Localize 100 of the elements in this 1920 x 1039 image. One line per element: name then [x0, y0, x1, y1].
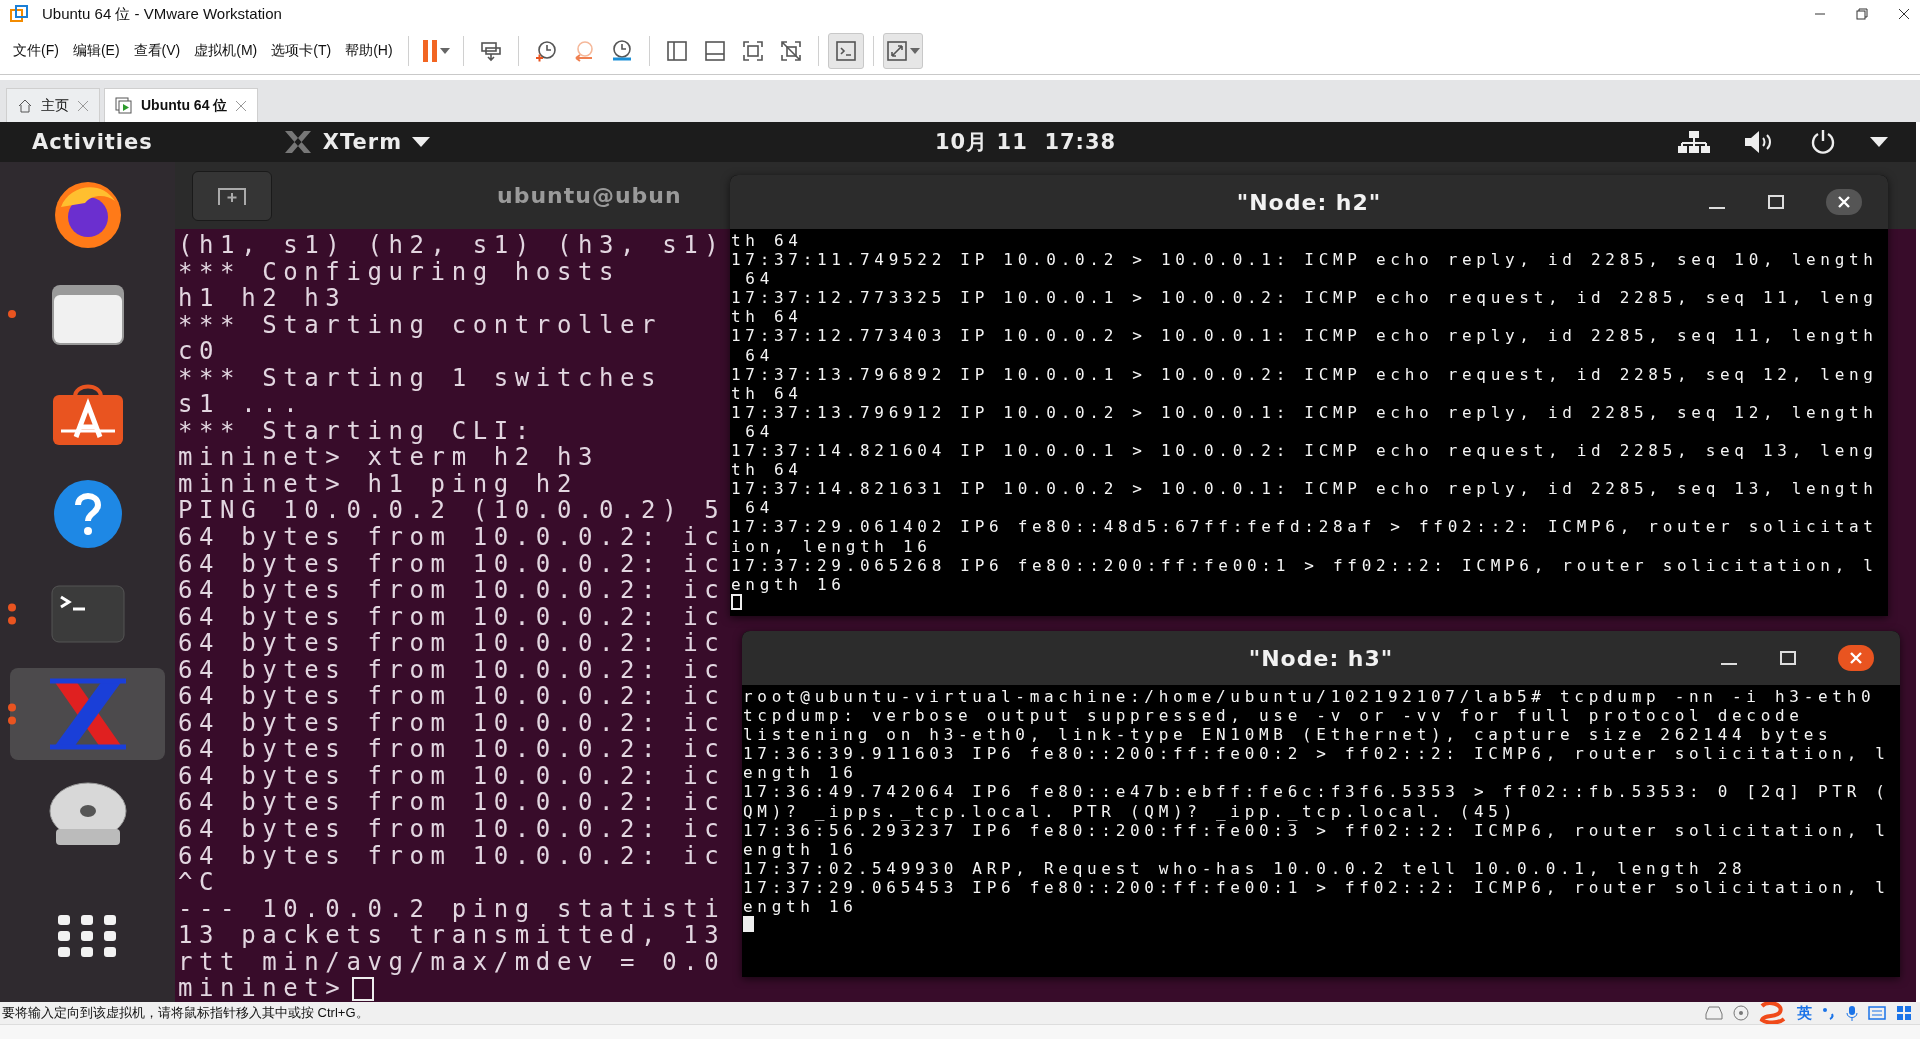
- tab[interactable]: Ubuntu 64 位: [104, 88, 259, 122]
- menu-item[interactable]: 文件(F): [6, 42, 66, 60]
- terminal-line: 64 bytes from 10.0.0.2: ic: [178, 683, 726, 710]
- app-menu[interactable]: XTerm: [322, 130, 403, 154]
- keyboard-icon[interactable]: [1868, 1006, 1886, 1020]
- terminal-line: QM)? _ipps._tcp.local. PTR (QM)? _ipp._tcp.local. (45): [743, 801, 1517, 821]
- terminal-line: (h1, s1) (h2, s1) (h3, s1): [178, 232, 726, 259]
- terminal-line: 64 bytes from 10.0.0.2: ic: [178, 630, 726, 657]
- input-mode-toggle[interactable]: 英: [1797, 1003, 1812, 1023]
- terminal-line: 17:36:56.293237 IP6 fe80::200:ff:fe00:3 > ff02::2: ICMP6, router solicitation, l: [743, 820, 1890, 840]
- caret-icon[interactable]: [412, 137, 431, 147]
- terminal-line: 64 bytes from 10.0.0.2: ic: [178, 524, 726, 551]
- terminal-line: ion, length 16: [731, 536, 932, 556]
- terminal-line: *** Configuring hosts: [178, 258, 621, 286]
- disc-icon[interactable]: [1733, 1005, 1749, 1021]
- terminal-line: 17:36:39.911603 IP6 fe80::200:ff:fe00:2 > ff02::2: ICMP6, router solicitation, l: [743, 744, 1890, 764]
- terminal-line: h1 h2 h3: [178, 285, 347, 312]
- minimize-icon: [1720, 663, 1738, 665]
- menu-item[interactable]: 选项卡(T): [264, 42, 339, 60]
- minimize-icon: [1708, 207, 1726, 209]
- terminal-line: mininet> xterm h2 h3: [178, 444, 599, 471]
- terminal-line: 64: [744, 345, 774, 365]
- terminal-line: th 64: [731, 231, 803, 251]
- microphone-icon[interactable]: [1846, 1005, 1858, 1021]
- tab[interactable]: 主页: [6, 88, 100, 122]
- terminal-line: th 64: [731, 307, 803, 327]
- new-tab-icon: [217, 185, 247, 206]
- toolbar-button[interactable]: [827, 33, 864, 69]
- terminal-line: mininet>: [178, 975, 347, 1002]
- terminal-line: PING 10.0.0.2 (10.0.0.2) 5: [178, 497, 726, 524]
- new-tab-button[interactable]: [192, 170, 272, 221]
- menu-item[interactable]: 虚拟机(M): [187, 42, 265, 60]
- network-icon[interactable]: [1678, 131, 1710, 153]
- terminal-line: 64 bytes from 10.0.0.2: ic: [178, 656, 726, 684]
- bottom-panel-icon: [703, 40, 726, 62]
- terminal-line: ength 16: [743, 763, 858, 783]
- terminal-line: 17:36:49.742064 IP6 fe80::e47b:ebff:fe6c:f3f6.5353 > ff02::fb.5353: 0 [2q] PTR (: [743, 782, 1890, 802]
- toolbar-button[interactable]: [882, 33, 923, 69]
- terminal-line: 64 bytes from 10.0.0.2: ic: [178, 736, 726, 763]
- window-title: Ubuntu 64 位 - VMware Workstation: [42, 4, 282, 24]
- close-button[interactable]: [1826, 189, 1862, 215]
- x-logo-icon: [282, 130, 313, 154]
- terminal-line: 64 bytes from 10.0.0.2: ic: [178, 762, 726, 790]
- fullscreen-icon: [885, 40, 908, 62]
- terminal-line: *** Starting controller: [178, 311, 663, 339]
- fit-screen-icon: [741, 40, 764, 62]
- maximize-icon: [1780, 651, 1796, 665]
- terminal-title: ubuntu@ubun: [497, 183, 682, 208]
- maximize-button[interactable]: [1780, 651, 1796, 665]
- caret-icon: [439, 48, 450, 54]
- terminal-line: 64: [744, 269, 774, 289]
- terminal-line: tcpdump: verbose output suppressed, use -v or -vv for full protocol decode: [743, 706, 1804, 726]
- terminal-line: 13 packets transmitted, 13: [178, 922, 726, 949]
- terminal-line: 17:37:14.821604 IP 10.0.0.1 > 10.0.0.2: ICMP echo request, id 2285, seq 13, leng: [731, 441, 1878, 461]
- menu-item[interactable]: 编辑(E): [65, 42, 127, 60]
- home-icon: [17, 97, 33, 114]
- app-logo-icon: [10, 5, 28, 23]
- pause-icon: [421, 39, 438, 63]
- maximize-icon: [1768, 195, 1784, 209]
- terminal-line: 64 bytes from 10.0.0.2: ic: [178, 789, 726, 817]
- clock[interactable]: 10月 11 17:38: [935, 128, 1117, 156]
- restore-icon[interactable]: [1856, 8, 1868, 20]
- window-title: "Node: h2": [1236, 189, 1382, 215]
- terminal-line: 64 bytes from 10.0.0.2: ic: [178, 577, 726, 604]
- terminal-line: 17:37:13.796912 IP 10.0.0.2 > 10.0.0.1: ICMP echo reply, id 2285, seq 12, length: [731, 402, 1878, 422]
- terminal-line: 17:37:02.549930 ARP, Request who-has 10.0.0.2 tell 10.0.0.1, length 28: [743, 858, 1747, 878]
- menu-item[interactable]: 帮助(H): [338, 42, 400, 60]
- close-icon: [1849, 651, 1863, 665]
- power-icon[interactable]: [1810, 129, 1836, 155]
- terminal-line: rtt min/avg/max/mdev = 0.0: [178, 948, 726, 976]
- terminal-line: ength 16: [743, 839, 858, 859]
- terminal-line: s1 ...: [178, 391, 305, 418]
- activities-button[interactable]: Activities: [32, 130, 153, 154]
- terminal-line: mininet> h1 ping h2: [178, 470, 578, 498]
- grid-menu-icon[interactable]: [1896, 1005, 1912, 1021]
- caret-icon[interactable]: [1870, 137, 1888, 147]
- terminal-line: 17:37:29.061402 IP6 fe80::48d5:67ff:fefd:28af > ff02::2: ICMP6, router solicitat: [731, 517, 1878, 537]
- terminal-line: 64 bytes from 10.0.0.2: ic: [178, 603, 726, 631]
- no-fit-icon: [779, 40, 802, 62]
- terminal-line: *** Starting CLI:: [178, 417, 536, 445]
- terminal-line: 17:37:29.065453 IP6 fe80::200:ff:fe00:1 > ff02::2: ICMP6, router solicitation, l: [743, 877, 1890, 898]
- console-icon: [834, 40, 857, 62]
- drive-icon[interactable]: [1705, 1006, 1723, 1020]
- close-button[interactable]: [1838, 645, 1874, 671]
- terminal-line: 17:37:11.749522 IP 10.0.0.2 > 10.0.0.1: ICMP echo reply, id 2285, seq 10, length: [731, 250, 1878, 270]
- terminal-line: 17:37:29.065268 IP6 fe80::200:ff:fe00:1 > ff02::2: ICMP6, router solicitation, l: [731, 555, 1878, 575]
- terminal-line: 64: [744, 421, 774, 442]
- terminal-line: *** Starting 1 switches: [178, 364, 663, 392]
- sidebar-view-icon: [665, 40, 688, 62]
- app-grid-icon: [57, 915, 118, 957]
- terminal-line: ength 16: [743, 897, 858, 917]
- menu-item[interactable]: 查看(V): [126, 42, 188, 60]
- terminal-line: 64 bytes from 10.0.0.2: ic: [178, 550, 726, 578]
- close-icon[interactable]: [1898, 8, 1910, 20]
- maximize-button[interactable]: [1768, 195, 1784, 209]
- punctuation-icon[interactable]: [1822, 1006, 1836, 1020]
- terminal-line: root@ubuntu-virtual-machine:/home/ubuntu/102192107/lab5# tcpdump -nn -i h3-eth0: [743, 687, 1876, 707]
- caret-icon: [909, 48, 920, 54]
- keyboard-send-icon: [479, 40, 502, 62]
- status-message: 要将输入定向到该虚拟机，请将鼠标指针移入其中或按 Ctrl+G。: [2, 1004, 369, 1022]
